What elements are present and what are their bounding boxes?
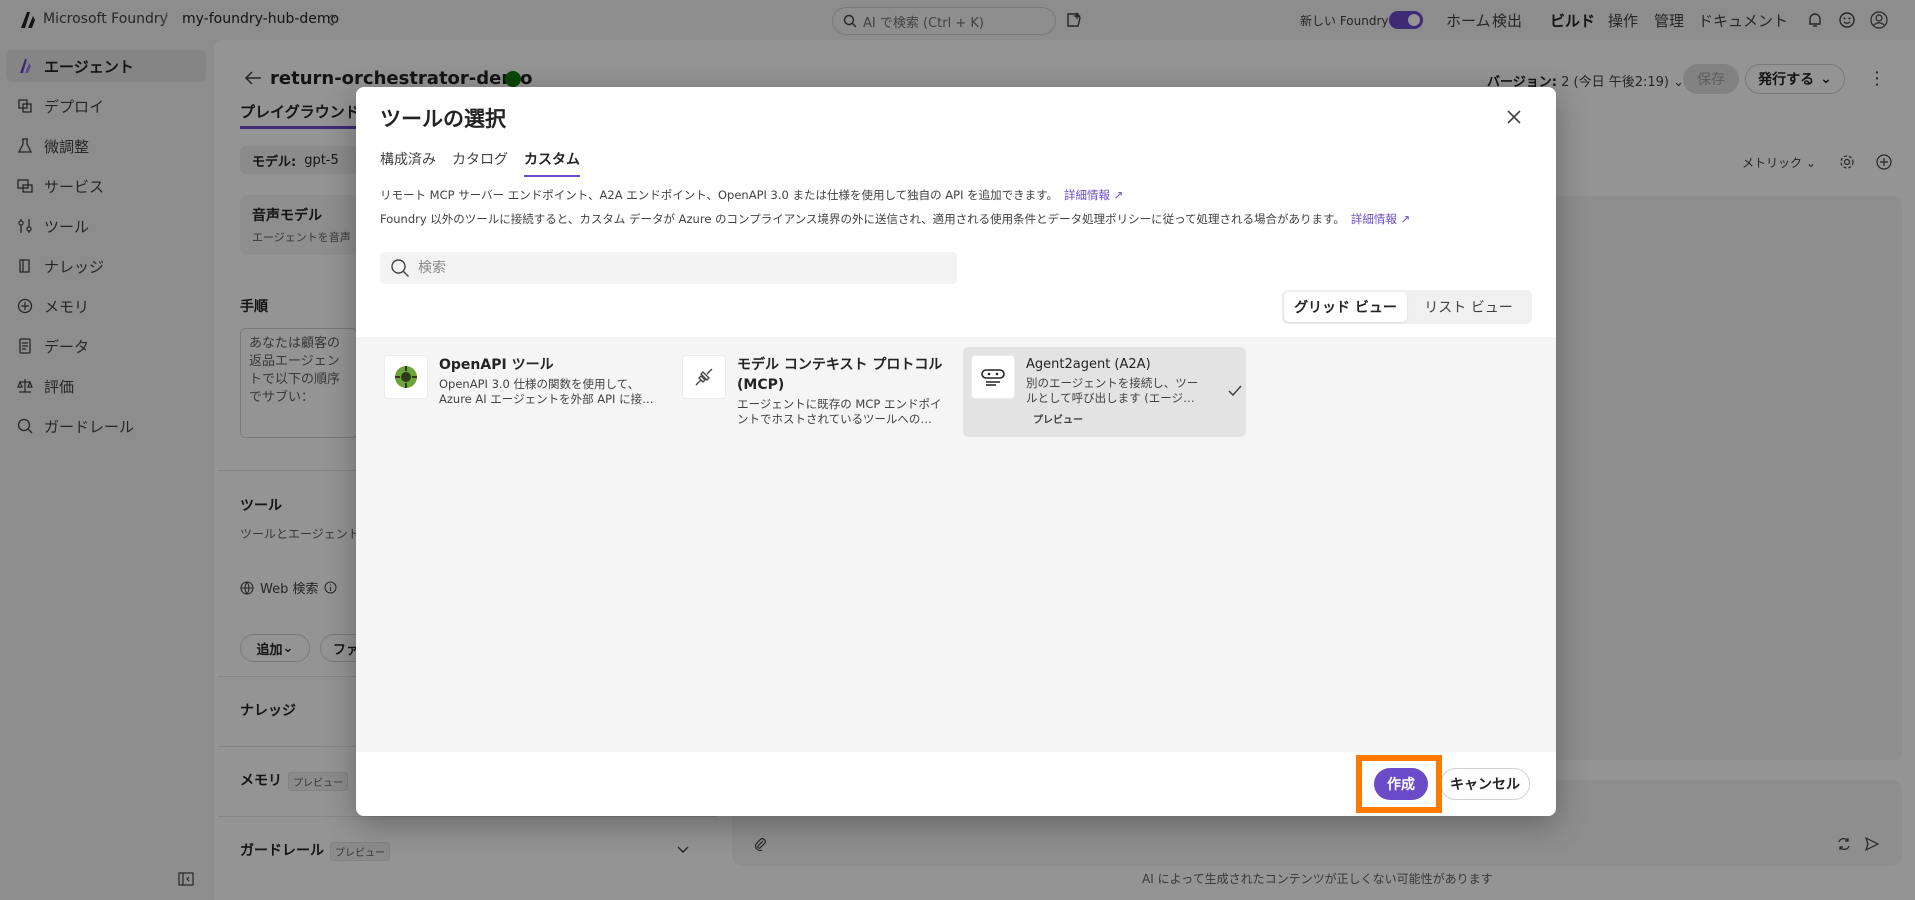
dialog-description-2: Foundry 以外のツールに接続すると、カスタム データが Azure のコン…	[380, 211, 1410, 227]
tool-search-box[interactable]	[380, 252, 957, 284]
preview-badge: プレビュー	[1033, 415, 1083, 426]
card-description: エージェントに既存の MCP エンドポイントでホストされているツールへの…	[737, 397, 942, 426]
card-description: OpenAPI 3.0 仕様の関数を使用して、Azure AI エージェントを外…	[439, 377, 654, 406]
tab-catalog[interactable]: カタログ	[452, 149, 508, 175]
card-description: 別のエージェントを接続し、ツールとして呼び出します (エージ…	[1026, 376, 1199, 405]
tool-search-input[interactable]	[418, 260, 938, 276]
list-view-button[interactable]: リスト ビュー	[1407, 292, 1530, 322]
a2a-icon	[971, 355, 1015, 399]
openapi-icon	[384, 355, 428, 399]
learn-more-link[interactable]: 詳細情報	[1064, 188, 1110, 202]
close-icon[interactable]	[1506, 109, 1522, 125]
tool-card-a2a[interactable]: Agent2agent (A2A) 別のエージェントを接続し、ツールとして呼び出…	[963, 347, 1246, 437]
tab-configured[interactable]: 構成済み	[380, 149, 436, 175]
highlight-box	[1356, 755, 1442, 813]
description-text: Foundry 以外のツールに接続すると、カスタム データが Azure のコン…	[380, 212, 1345, 226]
tool-selection-dialog: ツールの選択 構成済み カタログ カスタム リモート MCP サーバー エンドポ…	[356, 87, 1556, 816]
learn-more-link[interactable]: 詳細情報	[1351, 212, 1397, 226]
external-link-icon: ↗	[1113, 188, 1124, 202]
grid-view-button[interactable]: グリッド ビュー	[1284, 292, 1407, 322]
dialog-description-1: リモート MCP サーバー エンドポイント、A2A エンドポイント、OpenAP…	[380, 187, 1123, 203]
tool-card-mcp[interactable]: モデル コンテキスト プロトコル (MCP) エージェントに既存の MCP エン…	[674, 347, 957, 437]
checkmark-icon	[1228, 385, 1242, 397]
card-title: OpenAPI ツール	[439, 357, 554, 373]
mcp-plug-icon	[682, 355, 726, 399]
search-icon	[391, 259, 409, 277]
tool-cards-area: OpenAPI ツール OpenAPI 3.0 仕様の関数を使用して、Azure…	[356, 337, 1556, 752]
dialog-title: ツールの選択	[380, 107, 506, 131]
card-title: Agent2agent (A2A)	[1026, 357, 1151, 372]
external-link-icon: ↗	[1400, 212, 1411, 226]
cancel-button[interactable]: キャンセル	[1440, 768, 1530, 800]
description-text: リモート MCP サーバー エンドポイント、A2A エンドポイント、OpenAP…	[380, 188, 1058, 202]
tool-card-openapi[interactable]: OpenAPI ツール OpenAPI 3.0 仕様の関数を使用して、Azure…	[376, 347, 659, 437]
card-title: モデル コンテキスト プロトコル (MCP)	[737, 357, 943, 393]
tab-custom[interactable]: カスタム	[524, 149, 580, 177]
view-toggle: グリッド ビュー リスト ビュー	[1282, 290, 1532, 324]
